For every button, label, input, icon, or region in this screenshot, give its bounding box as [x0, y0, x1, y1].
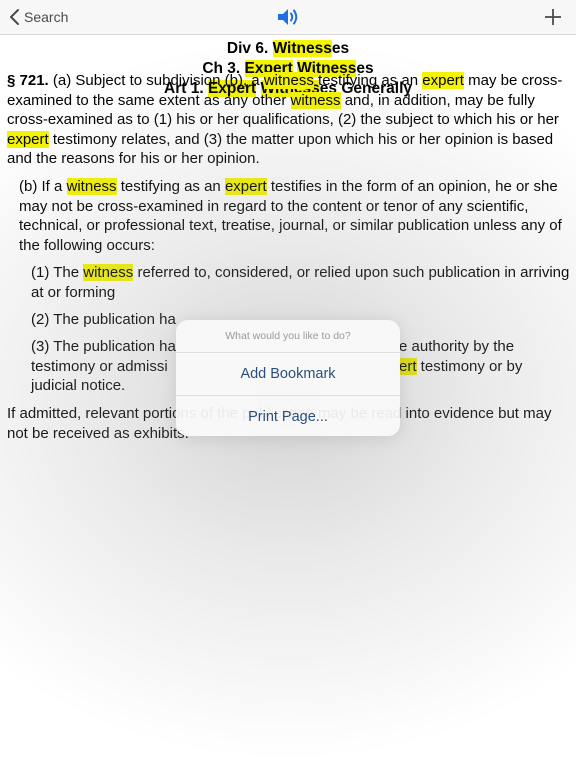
- search-highlight: Witness: [272, 40, 332, 57]
- plus-icon[interactable]: [543, 7, 563, 27]
- item-1-paragraph: (1) The witness referred to, considered,…: [31, 264, 570, 301]
- search-highlight: expert: [422, 72, 464, 89]
- section-721-paragraph: § 721. (a) Subject to subdivision (b), a…: [7, 72, 563, 167]
- print-page-button[interactable]: Print Page...: [176, 396, 400, 436]
- speaker-icon[interactable]: [276, 6, 300, 28]
- action-sheet-popover: What would you like to do? Add Bookmark …: [176, 320, 400, 436]
- search-highlight: witness: [290, 91, 341, 109]
- back-button[interactable]: Search: [8, 7, 68, 27]
- popover-title: What would you like to do?: [176, 320, 400, 353]
- back-button-label: Search: [24, 9, 69, 25]
- search-highlight: witness: [263, 72, 314, 89]
- chevron-left-icon: [10, 9, 19, 25]
- search-highlight: witness: [66, 178, 117, 195]
- add-bookmark-button[interactable]: Add Bookmark: [176, 353, 400, 396]
- search-highlight: expert: [7, 130, 49, 148]
- search-highlight: expert: [224, 178, 267, 195]
- search-highlight: ert: [399, 357, 417, 375]
- navigation-bar: Search: [0, 0, 576, 35]
- section-number: § 721.: [7, 72, 49, 89]
- subdivision-b-paragraph: (b) If a witness testifying as an expert…: [19, 178, 562, 254]
- division-heading: Div 6. Witnesses: [226, 40, 350, 57]
- search-highlight: witness: [83, 264, 134, 281]
